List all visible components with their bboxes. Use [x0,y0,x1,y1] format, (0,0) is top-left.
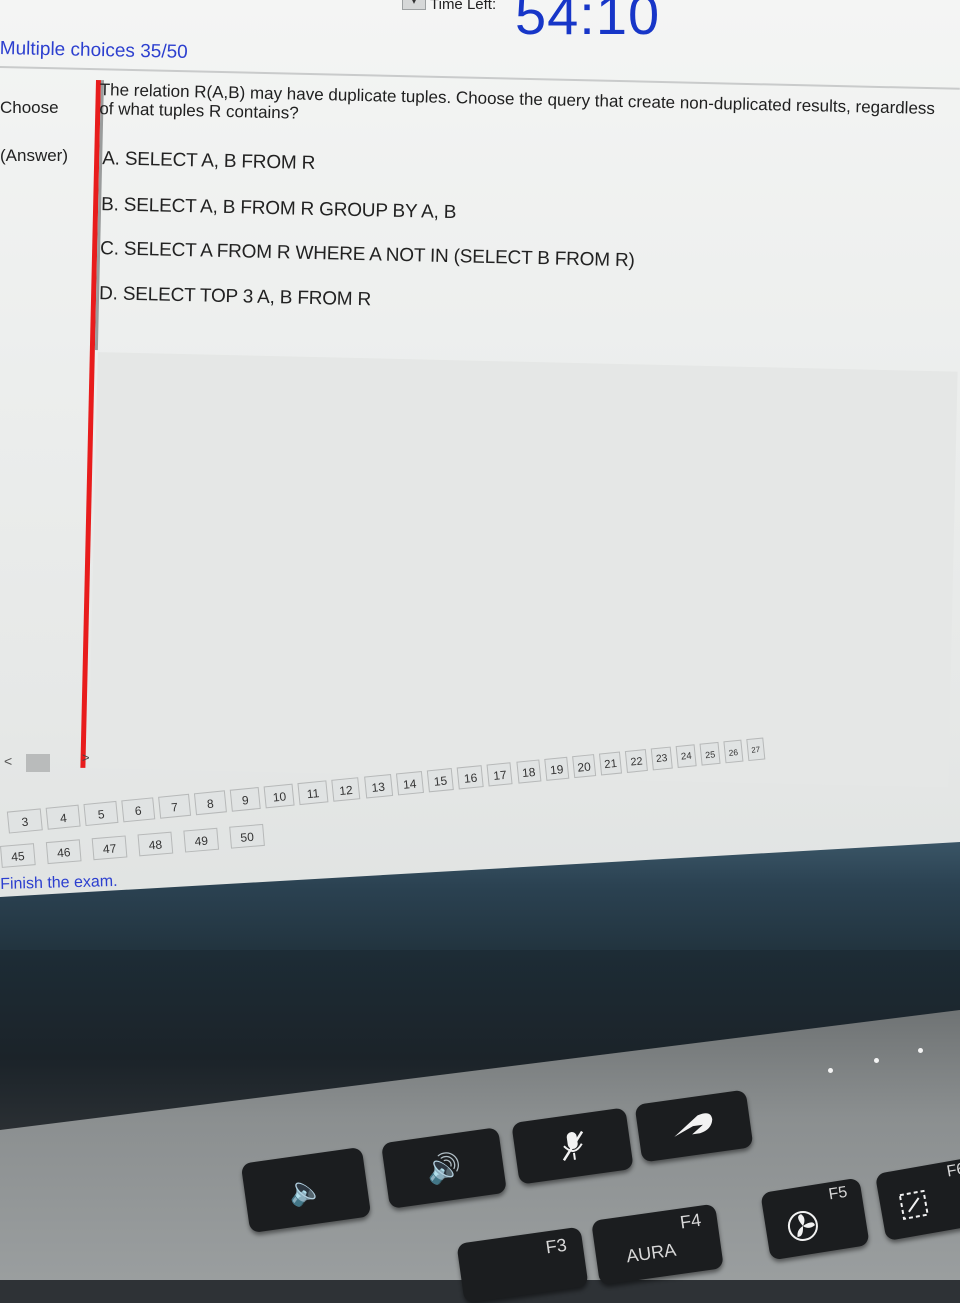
question-number-cell[interactable]: 7 [157,793,192,819]
question-number-cell[interactable]: 26 [723,739,744,764]
mic-mute-icon [562,1130,583,1162]
question-number-cell[interactable]: 3 [6,808,43,834]
time-left-label: Time Left: [430,0,497,13]
question-number-cell[interactable]: 12 [331,777,361,802]
f6-label: F6 [945,1160,960,1181]
question-number-cell[interactable]: 20 [571,754,597,779]
question-number-cell[interactable]: 21 [598,751,623,776]
question-number-cell[interactable]: 46 [45,839,82,865]
question-number-cell[interactable]: 4 [45,804,81,830]
indicator-light [874,1058,879,1063]
question-number-cell[interactable]: 13 [363,774,393,799]
option-a[interactable]: A. SELECT A, B FROM R [102,148,315,175]
question-number-cell[interactable]: 19 [544,756,570,781]
option-c[interactable]: C. SELECT A FROM R WHERE A NOT IN (SELEC… [100,238,635,272]
question-number-cell[interactable]: 5 [83,800,119,827]
question-number-cell[interactable]: 49 [183,827,220,853]
question-number-cell[interactable]: 9 [229,786,262,812]
fan-icon [787,1210,818,1241]
question-number-cell[interactable]: 50 [229,823,265,849]
question-number-cell[interactable]: 48 [137,831,174,857]
question-number-cell[interactable]: 14 [395,770,424,796]
answer-label: (Answer) [0,146,69,165]
section-title: Multiple choices 35/50 [0,38,188,63]
question-number-cell[interactable]: 22 [625,749,648,773]
f3-label: F3 [544,1234,568,1258]
exam-screen: ▾ Time Left: 54:10 Multiple choices 35/5… [0,0,960,950]
f4-label: F4 [678,1209,703,1233]
question-grid-row-2: 45 46 47 48 49 50 [0,821,301,876]
speaker-low-icon: 🔈 [286,1172,326,1208]
question-number-cell[interactable]: 24 [675,744,697,768]
question-number-cell[interactable]: 11 [297,780,329,806]
aura-label: AURA [624,1239,678,1267]
rog-logo-icon [674,1113,713,1137]
question-number-cell[interactable]: 6 [121,797,156,823]
screenshot-icon [898,1189,929,1220]
question-number-cell[interactable]: 10 [263,783,295,809]
indicator-light [828,1068,833,1073]
question-number-cell[interactable]: 15 [426,768,455,793]
finish-exam-link[interactable]: Finish the exam. [0,873,118,894]
question-text: The relation R(A,B) may have duplicate t… [99,80,936,123]
question-number-cell[interactable]: 25 [699,741,721,766]
time-remaining: 54:10 [515,0,661,46]
dropdown-button[interactable]: ▾ [402,0,426,10]
question-number-cell[interactable]: 17 [486,762,514,787]
option-d[interactable]: D. SELECT TOP 3 A, B FROM R [99,283,371,311]
question-number-cell[interactable]: 47 [91,835,128,861]
question-number-cell[interactable]: 16 [457,765,484,790]
f5-label: F5 [827,1183,849,1204]
question-number-cell[interactable]: 18 [515,759,542,784]
question-number-cell[interactable]: 8 [193,790,227,816]
choose-label: Choose [0,98,59,117]
option-b[interactable]: B. SELECT A, B FROM R GROUP BY A, B [101,194,457,224]
question-number-cell[interactable]: 23 [650,746,673,771]
indicator-light [918,1048,923,1053]
speaker-high-icon: 🔊 [424,1150,464,1186]
question-number-cell[interactable]: 45 [0,843,36,868]
question-number-cell[interactable]: 27 [746,737,766,762]
